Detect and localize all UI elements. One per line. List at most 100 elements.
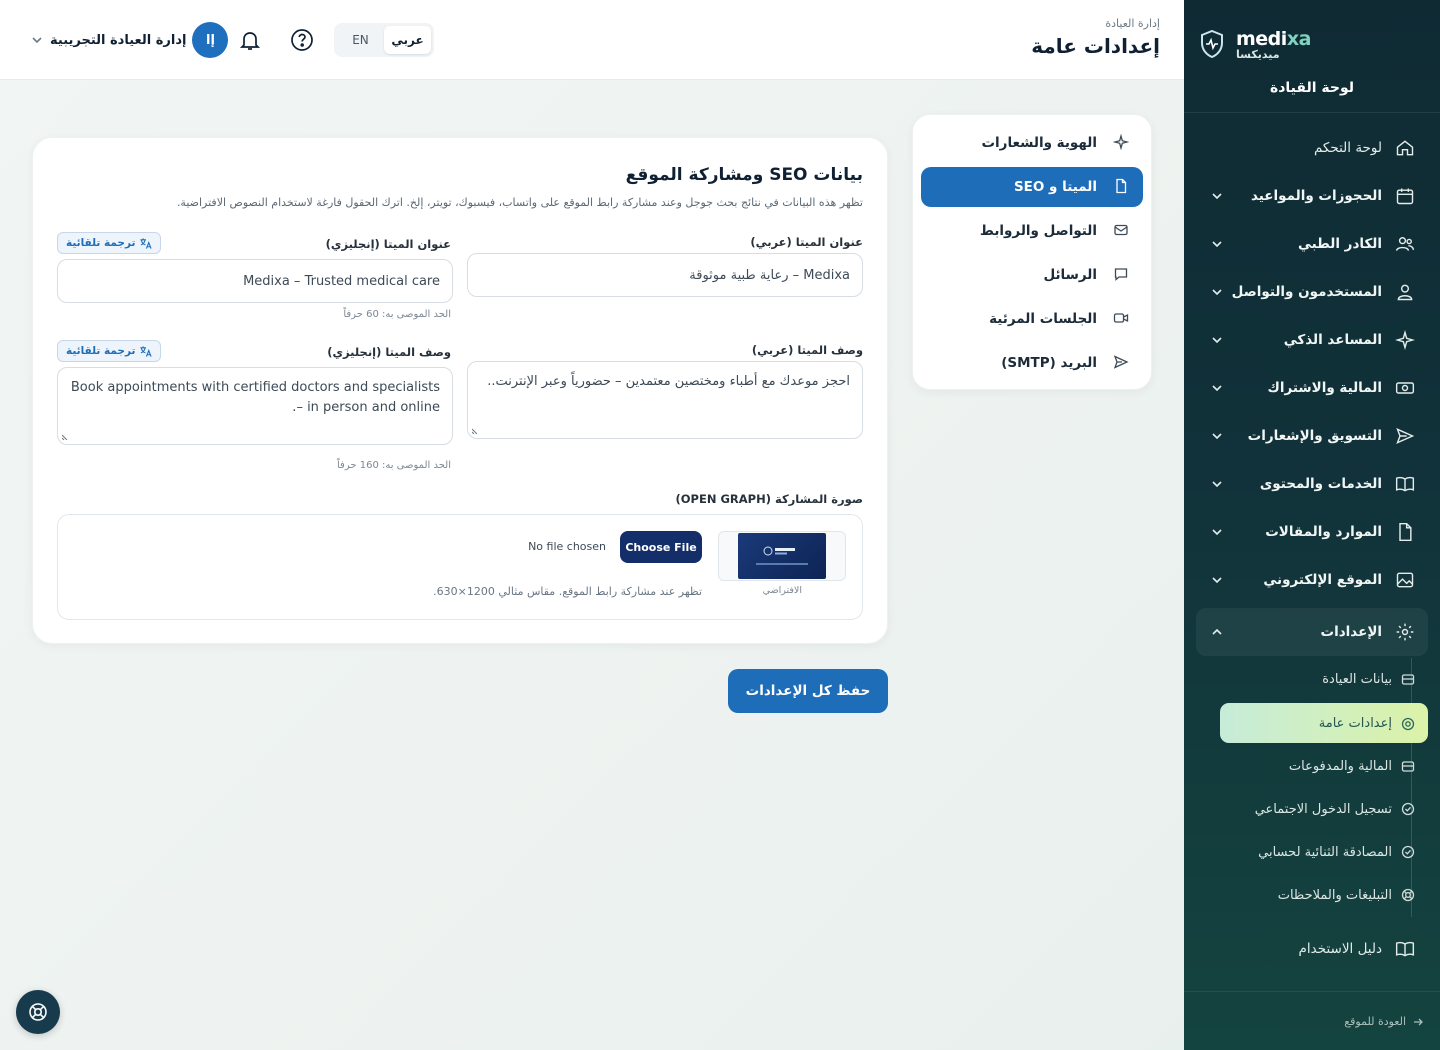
auto-translate-button[interactable]: ترجمة تلقائية [57,232,162,254]
sidebar-item-dashboard[interactable]: لوحة التحكم [1196,124,1428,172]
back-to-site-link[interactable]: العودة للموقع [1344,1015,1424,1028]
choose-file-button[interactable]: Choose File [620,531,702,563]
settings-submenu: الهوية والشعارات الميتا و SEO التواصل وا… [912,114,1152,390]
brand: medixa ميديكسا [1184,28,1440,64]
meta-title-en-input[interactable]: Medixa – Trusted medical care [57,259,453,303]
sidebar-item-resources[interactable]: الموارد والمقالات [1196,508,1428,556]
card-title: بيانات SEO ومشاركة الموقع [625,165,863,185]
sidebar-item-website[interactable]: الموقع الإلكتروني [1196,556,1428,604]
sub-item-label: المصادقة الثنائية لحسابي [1258,845,1392,860]
chevron-down-icon [1212,529,1222,536]
sidebar-item-users[interactable]: المستخدمون والتواصل [1196,268,1428,316]
mail-icon [1111,222,1129,240]
auto-translate-button[interactable]: ترجمة تلقائية [57,340,162,362]
file-icon [1394,521,1416,543]
submenu-item-messages[interactable]: الرسائل [921,255,1143,295]
sidebar-item-label: الموقع الإلكتروني [1263,572,1382,588]
support-button[interactable] [16,990,60,1034]
brand-name-a: medi [1236,28,1287,50]
chevron-down-icon [32,37,42,44]
lang-ar-button[interactable]: عربي [384,26,431,54]
notifications-button[interactable] [236,26,264,54]
auto-translate-label: ترجمة تلقائية [66,345,136,357]
sidebar-item-label: دليل الاستخدام [1298,941,1382,957]
submenu-item-label: البريد (SMTP) [1001,355,1097,371]
sidebar-item-medical-staff[interactable]: الكادر الطبي [1196,220,1428,268]
sub-item-finance-payments[interactable]: المالية والمدفوعات [1220,745,1428,788]
submenu-item-label: التواصل والروابط [979,223,1097,239]
card-description: تظهر هذه البيانات في نتائج بحث جوجل وعند… [176,196,863,209]
og-hint: تظهر عند مشاركة رابط الموقع. مقاس مثالي … [433,585,702,598]
meta-title-en-value: Medixa – Trusted medical care [243,273,440,289]
sub-item-label: المالية والمدفوعات [1288,759,1392,774]
building-icon [1400,671,1416,687]
sidebar-nav: لوحة التحكم الحجوزات والمواعيد الكادر ال… [1196,124,1428,973]
image-icon [1394,569,1416,591]
meta-desc-en-textarea[interactable]: Book appointments with certified doctors… [57,367,453,445]
sidebar-item-finance[interactable]: المالية والاشتراك [1196,364,1428,412]
back-link-label: العودة للموقع [1344,1015,1406,1028]
chevron-down-icon [1212,433,1222,440]
save-all-button[interactable]: حفظ كل الإعدادات [728,669,888,713]
og-image-label: صورة المشاركة (OPEN GRAPH) [675,492,863,506]
submenu-item-smtp[interactable]: البريد (SMTP) [921,343,1143,383]
lifebuoy-icon [1400,887,1416,903]
submenu-item-identity[interactable]: الهوية والشعارات [921,123,1143,163]
og-preview-graphic [756,546,808,565]
lang-en-button[interactable]: EN [337,26,384,54]
users-icon [1394,233,1416,255]
meta-desc-en-label: وصف الميتا (إنجليزي) [327,345,451,359]
sub-item-two-factor[interactable]: المصادقة الثنائية لحسابي [1220,831,1428,874]
submenu-item-video-sessions[interactable]: الجلسات المرئية [921,299,1143,339]
file-icon [1111,178,1129,196]
home-icon [1394,137,1416,159]
submenu-item-label: الرسائل [1043,267,1097,283]
submenu-item-contact-links[interactable]: التواصل والروابط [921,211,1143,251]
lifebuoy-icon [29,1003,47,1021]
brand-logo[interactable]: medixa ميديكسا [1200,28,1330,64]
chevron-down-icon [1212,577,1222,584]
resize-grip-icon[interactable] [62,432,70,440]
book-open-icon [1394,938,1416,960]
video-icon [1111,310,1129,328]
sidebar-item-guide[interactable]: دليل الاستخدام [1196,925,1428,973]
book-icon [1394,473,1416,495]
check-circle-icon [1400,844,1416,860]
submenu-item-label: الهوية والشعارات [981,135,1097,151]
sidebar-item-services[interactable]: الخدمات والمحتوى [1196,460,1428,508]
sub-item-general-settings[interactable]: إعدادات عامة [1220,703,1428,743]
building-icon [1400,758,1416,774]
sub-item-reports-notes[interactable]: التبليغات والملاحظات [1220,874,1428,917]
sub-item-social-login[interactable]: تسجيل الدخول الاجتماعي [1220,788,1428,831]
help-button[interactable] [288,26,316,54]
meta-desc-ar-textarea[interactable]: احجز موعدك مع أطباء ومختصين معتمدين – حض… [467,361,863,439]
shield-logo-icon [1201,30,1223,58]
sparkles-icon [1111,134,1129,152]
meta-desc-hint: الحد الموصى به: 160 حرفاً [337,460,451,471]
sub-item-label: تسجيل الدخول الاجتماعي [1254,802,1392,817]
sidebar-item-label: المالية والاشتراك [1267,380,1382,396]
sidebar-item-ai-assistant[interactable]: المساعد الذكي [1196,316,1428,364]
og-image-box: الافتراضي Choose File No file chosen تظه… [57,514,863,620]
help-circle-icon [291,29,313,51]
chevron-down-icon [1212,385,1222,392]
meta-title-ar-input[interactable]: Medixa – رعاية طبية موثوقة [467,253,863,297]
settings-subnav: بيانات العيادة إعدادات عامة المالية والم… [1196,658,1428,917]
divider [1184,991,1440,992]
sidebar-item-settings[interactable]: الإعدادات [1196,608,1428,656]
chevron-down-icon [1212,241,1222,248]
submenu-item-meta-seo[interactable]: الميتا و SEO [921,167,1143,207]
sidebar: medixa ميديكسا لوحة القيادة لوحة التحكم … [1184,0,1440,1050]
resize-grip-icon[interactable] [472,426,480,434]
sub-item-clinic-data[interactable]: بيانات العيادة [1220,658,1428,701]
sidebar-item-marketing[interactable]: التسويق والإشعارات [1196,412,1428,460]
user-menu[interactable]: إدارة العيادة التجريبية إا [30,22,229,58]
submenu-item-label: الجلسات المرئية [989,311,1097,327]
breadcrumb[interactable]: إدارة العيادة [1105,17,1160,30]
meta-title-ar-label: عنوان الميتا (عربي) [750,235,863,249]
seo-settings-card: بيانات SEO ومشاركة الموقع تظهر هذه البيا… [32,137,888,644]
avatar: إا [192,22,229,58]
sidebar-item-bookings[interactable]: الحجوزات والمواعيد [1196,172,1428,220]
calendar-icon [1394,185,1416,207]
sidebar-item-label: المساعد الذكي [1283,332,1382,348]
